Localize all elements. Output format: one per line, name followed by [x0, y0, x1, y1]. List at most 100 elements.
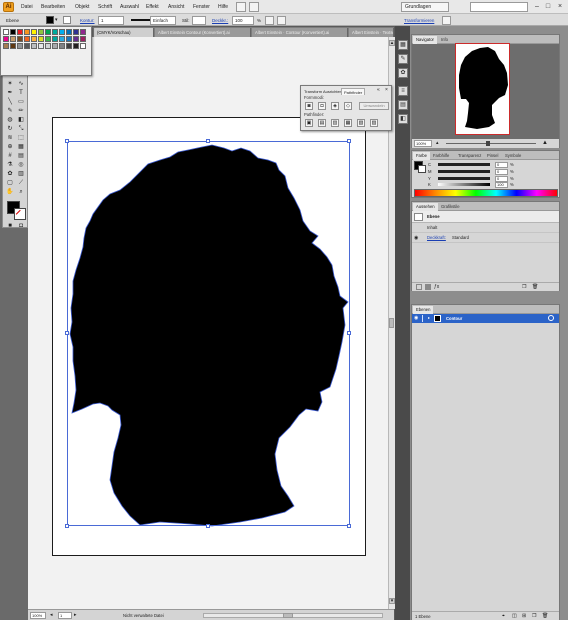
visibility-eye-icon[interactable]: ◉ [414, 235, 418, 241]
width-tool-icon[interactable]: ≋ [5, 134, 15, 142]
vertical-scroll-thumb[interactable] [389, 318, 394, 328]
merge-icon[interactable]: ▥ [331, 119, 339, 127]
swatch-cell[interactable] [17, 29, 23, 35]
mesh-tool-icon[interactable]: # [5, 152, 15, 160]
swatch-cell[interactable] [10, 43, 16, 49]
swatch-cell[interactable] [31, 43, 37, 49]
horizontal-scrollbar[interactable] [203, 613, 383, 618]
handle-top-right[interactable] [347, 139, 351, 143]
divide-icon[interactable]: ▣ [305, 119, 313, 127]
appearance-target-row[interactable]: Ebene [412, 211, 559, 223]
layer-expand-icon[interactable]: ▸ [428, 315, 433, 321]
transparency-panel-icon[interactable]: ◧ [398, 114, 408, 124]
layer-visibility-icon[interactable]: ◉ [414, 315, 418, 322]
tab-color[interactable]: Farbe [413, 152, 430, 160]
swatch-cell[interactable] [45, 29, 51, 35]
add-stroke-icon[interactable] [416, 284, 422, 290]
appearance-content-row[interactable]: Inhalt [412, 223, 559, 233]
swatch-cell[interactable] [59, 43, 65, 49]
black-track[interactable] [438, 183, 490, 186]
cyan-value[interactable]: 0 [495, 162, 508, 168]
gradient-panel-icon[interactable]: ▤ [398, 100, 408, 110]
swatch-cell[interactable] [31, 36, 37, 42]
delete-layer-icon[interactable]: 🗑 [542, 613, 548, 619]
tab-transparency[interactable]: Transparenz [455, 152, 484, 160]
shape-builder-tool-icon[interactable]: ⊕ [5, 143, 15, 151]
swatch-cell[interactable] [80, 43, 86, 49]
unite-icon[interactable]: ◙ [305, 102, 313, 110]
swatch-cell[interactable] [3, 29, 9, 35]
blob-brush-tool-icon[interactable]: ◍ [5, 116, 15, 124]
handle-top-center[interactable] [206, 139, 210, 143]
draw-mode-icon[interactable]: ◘ [16, 222, 26, 230]
zoom-level-field[interactable]: 100% [30, 612, 46, 619]
crop-icon[interactable]: ▦ [344, 119, 352, 127]
pen-tool-icon[interactable]: ✒ [5, 89, 15, 97]
eraser-tool-icon[interactable]: ◧ [16, 116, 26, 124]
swatch-cell[interactable] [52, 36, 58, 42]
tab-navigator[interactable]: Navigator [413, 36, 437, 44]
swatch-cell[interactable] [73, 43, 79, 49]
artboard-tool-icon[interactable]: ▢ [5, 179, 15, 187]
symbols-panel-icon[interactable]: ✿ [398, 68, 408, 78]
layer-target-icon[interactable] [548, 315, 554, 321]
pencil-tool-icon[interactable]: ✏ [16, 107, 26, 115]
gradient-tool-icon[interactable]: ▤ [16, 152, 26, 160]
swatch-cell[interactable] [66, 29, 72, 35]
panel-close-icon[interactable]: × [385, 87, 393, 94]
new-sublayer-icon[interactable]: ⊞ [522, 613, 528, 619]
navigator-zoom-field[interactable]: 100% [414, 140, 432, 147]
handle-bottom-center[interactable] [206, 524, 210, 528]
handle-bottom-right[interactable] [347, 524, 351, 528]
minus-back-icon[interactable]: ▨ [370, 119, 378, 127]
free-transform-tool-icon[interactable]: ⬚ [16, 134, 26, 142]
paintbrush-tool-icon[interactable]: ✎ [5, 107, 15, 115]
handle-top-left[interactable] [65, 139, 69, 143]
make-clipping-mask-icon[interactable]: ◫ [512, 613, 518, 619]
tab-layers[interactable]: Ebenen [413, 306, 434, 314]
swatch-cell[interactable] [66, 43, 72, 49]
swatch-cell[interactable] [73, 29, 79, 35]
handle-bottom-left[interactable] [65, 524, 69, 528]
tab-brushes[interactable]: Pinsel [484, 152, 501, 160]
blend-tool-icon[interactable]: ◎ [16, 161, 26, 169]
stroke-panel-icon[interactable]: ≡ [398, 86, 408, 96]
slice-tool-icon[interactable]: ⟋ [16, 179, 26, 187]
black-slider[interactable]: K 100 % [428, 182, 556, 188]
swatch-cell[interactable] [52, 29, 58, 35]
swatch-cell[interactable] [38, 36, 44, 42]
next-artboard-icon[interactable]: ▸ [74, 612, 80, 619]
add-effect-icon[interactable]: ƒx [434, 284, 440, 290]
intersect-icon[interactable]: ◈ [331, 102, 339, 110]
swatch-cell[interactable] [59, 29, 65, 35]
rotate-tool-icon[interactable]: ↻ [5, 125, 15, 133]
swatch-cell[interactable] [66, 36, 72, 42]
tab-pathfinder[interactable]: Pathfinder [341, 88, 366, 95]
status-message[interactable]: Nicht verwaltete Datei [123, 612, 183, 619]
cyan-track[interactable] [438, 163, 490, 166]
tab-graphic-styles[interactable]: Grafikstile [438, 203, 463, 211]
tab-appearance[interactable]: Aussehen [413, 203, 438, 211]
prev-artboard-icon[interactable]: ◂ [50, 612, 56, 619]
swatch-cell[interactable] [73, 36, 79, 42]
outline-icon[interactable]: ▧ [357, 119, 365, 127]
locate-object-icon[interactable]: ⌖ [502, 613, 508, 619]
handle-middle-left[interactable] [65, 331, 69, 335]
swatch-cell[interactable] [45, 43, 51, 49]
rectangle-tool-icon[interactable]: ▭ [16, 98, 26, 106]
yellow-track[interactable] [438, 177, 490, 180]
add-fill-icon[interactable] [425, 284, 431, 290]
swatch-cell[interactable] [3, 36, 9, 42]
expand-button[interactable]: Umwandeln [359, 102, 389, 110]
swatch-cell[interactable] [52, 43, 58, 49]
delete-item-icon[interactable]: 🗑 [532, 284, 538, 290]
magic-wand-tool-icon[interactable]: ✶ [5, 80, 15, 88]
scale-tool-icon[interactable]: ⤡ [16, 125, 26, 133]
layer-name[interactable]: Contour [446, 315, 462, 322]
column-graph-tool-icon[interactable]: ▥ [16, 170, 26, 178]
layer-row[interactable]: ◉ ▸ Contour [412, 314, 559, 323]
zoom-out-icon[interactable]: ▴ [436, 141, 442, 146]
swatch-cell[interactable] [45, 36, 51, 42]
navigator-zoom-slider[interactable] [446, 143, 536, 144]
swatch-cell[interactable] [38, 43, 44, 49]
